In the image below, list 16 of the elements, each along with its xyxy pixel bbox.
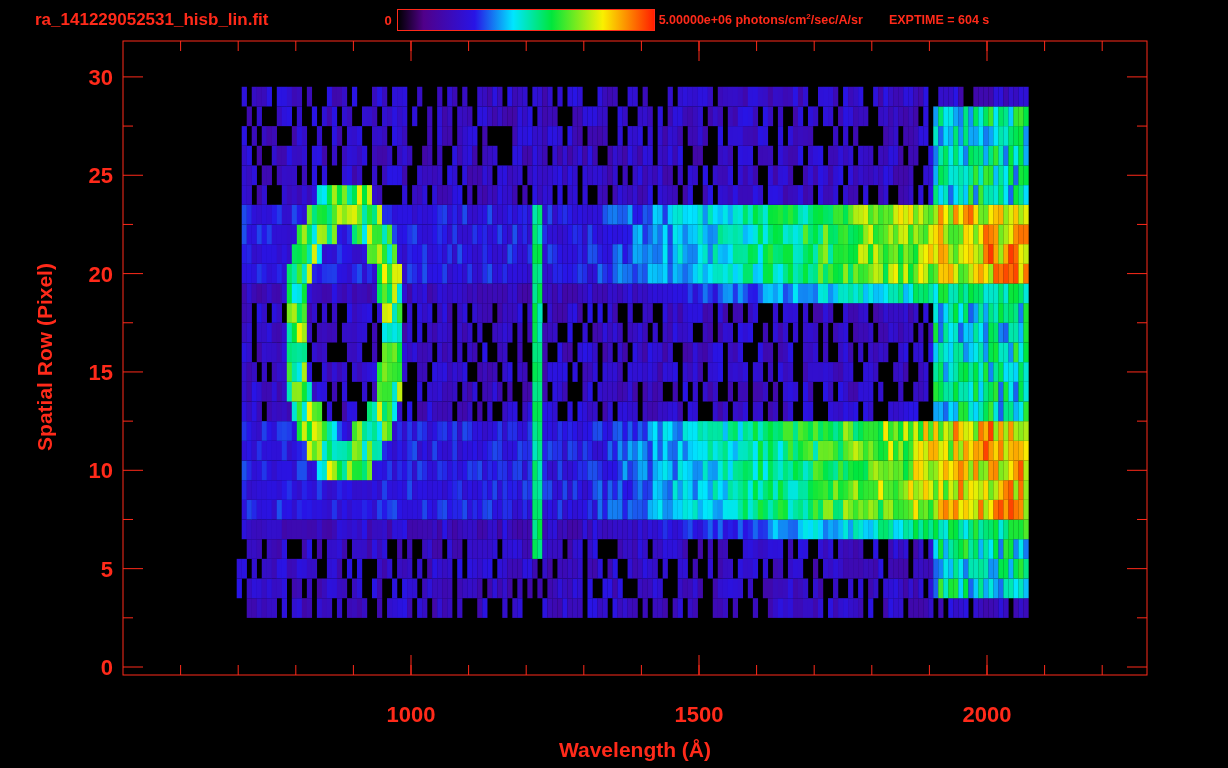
y-tick-label: 15: [88, 359, 113, 385]
colorbar-min-label: 0: [384, 12, 392, 28]
y-tick-label: 25: [88, 163, 113, 189]
x-axis-label: Wavelength (Å): [558, 738, 712, 761]
y-tick-label: 20: [88, 261, 113, 287]
y-tick-label: 30: [88, 64, 113, 90]
y-tick-label: 10: [88, 458, 113, 484]
colorbar-max-label: 5.00000e+06 photons/cm$^{2}$/sec/A/sr: [658, 12, 863, 28]
file-name: ra_141229052531_hisb_lin.fit: [35, 10, 269, 30]
y-tick-label: 5: [100, 556, 113, 582]
x-tick-label: 1000: [386, 702, 436, 727]
y-axis-label: Spatial Row (Pixel): [33, 263, 56, 451]
y-tick-label: 0: [100, 655, 113, 680]
exposure-time: EXPTIME = 604 s: [888, 13, 990, 27]
x-tick-label: 1500: [674, 702, 724, 727]
x-tick-label: 2000: [962, 702, 1012, 727]
